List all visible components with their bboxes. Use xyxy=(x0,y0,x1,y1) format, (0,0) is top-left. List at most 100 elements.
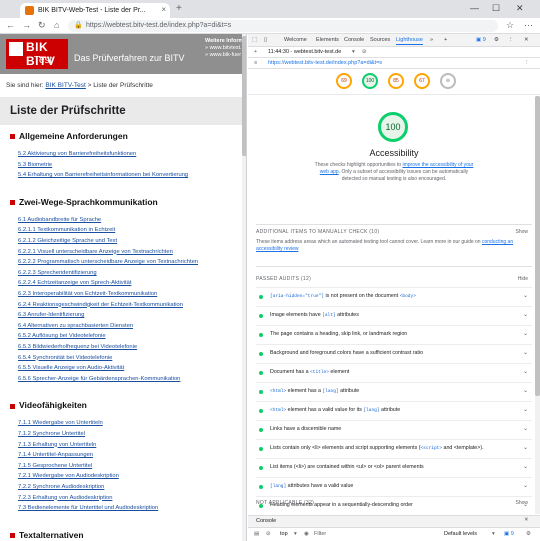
expand-chevron-icon[interactable]: ⌄ xyxy=(523,292,528,299)
pruefschritt-link[interactable]: 6.2.1.1 Textkommunikation in Echtzeit xyxy=(18,227,115,233)
close-drawer-icon[interactable]: ✕ xyxy=(524,517,529,523)
console-error-badge[interactable]: ▣ 9 xyxy=(504,531,514,537)
home-icon[interactable]: ⌂ xyxy=(54,20,59,30)
score-gauge-best-practices[interactable]: 85 xyxy=(388,73,404,89)
pwa-badge-icon[interactable]: ⊖ xyxy=(440,73,456,89)
expand-chevron-icon[interactable]: ⌄ xyxy=(523,368,528,375)
pruefschritt-link[interactable]: 6.2.2.2 Programmatisch unterscheidbare A… xyxy=(18,259,198,265)
manual-check-toggle[interactable]: Show xyxy=(515,229,528,235)
weitere-link[interactable]: » www.bitvtest. xyxy=(205,45,243,52)
pruefschritt-link[interactable]: 6.2.2.3 Sprecheridentifizierung xyxy=(18,270,97,276)
pruefschritt-link[interactable]: 6.1 Audiobandbreite für Sprache xyxy=(18,217,101,223)
new-tab-button[interactable]: + xyxy=(176,3,182,14)
pruefschritt-link[interactable]: 6.5.6 Sprecher-Anzeige für Gebärdensprac… xyxy=(18,376,180,382)
favorites-icon[interactable]: ☆ xyxy=(506,20,514,31)
audit-row[interactable]: Document has a <title> element ⌄ xyxy=(256,363,532,381)
pruefschritt-link[interactable]: 5.4 Erhaltung von Barrierefreiheitsinfor… xyxy=(18,172,188,178)
lighthouse-menu-icon[interactable]: ≡ xyxy=(254,60,257,66)
tab-sources[interactable]: Sources xyxy=(370,37,390,43)
report-select[interactable]: 11:44:30 - webtest.bitv-test.de xyxy=(268,49,341,55)
menu-icon[interactable]: ⋯ xyxy=(524,20,533,31)
filter-input[interactable]: Filter xyxy=(314,531,326,537)
maximize-icon[interactable]: ☐ xyxy=(492,3,500,14)
audit-row[interactable]: List items (<li>) are contained within <… xyxy=(256,458,532,476)
bik-logo[interactable]: BIK BITV Test xyxy=(6,39,68,69)
pruefschritt-link[interactable]: 6.5.4 Synchronität bei Videotelefonie xyxy=(18,355,112,361)
error-count-badge[interactable]: ▣ 9 xyxy=(476,37,486,43)
forward-icon[interactable]: → xyxy=(22,20,31,30)
expand-chevron-icon[interactable]: ⌄ xyxy=(523,387,528,394)
reload-icon[interactable]: ↻ xyxy=(38,20,46,31)
add-tab-icon[interactable]: + xyxy=(444,37,447,43)
audit-row[interactable]: [aria-hidden="true"] is not present on t… xyxy=(256,287,532,305)
console-settings-icon[interactable]: ⚙ xyxy=(526,531,531,537)
pruefschritt-link[interactable]: 7.1.2 Synchrone Untertitel xyxy=(18,431,85,437)
report-url[interactable]: https://webtest.bitv-test.de/index.php?a… xyxy=(268,60,382,66)
pruefschritt-link[interactable]: 6.3 Anrufer-Identifizierung xyxy=(18,312,84,318)
add-report-icon[interactable]: + xyxy=(254,49,257,55)
expand-chevron-icon[interactable]: ⌄ xyxy=(523,482,528,489)
devtools-scrollbar[interactable] xyxy=(535,96,540,514)
clear-report-icon[interactable]: ⊘ xyxy=(362,49,367,55)
pruefschritt-link[interactable]: 6.5.3 Bildwiederholfrequenz bei Videotel… xyxy=(18,344,137,350)
passed-audits-heading[interactable]: PASSED AUDITS (12) xyxy=(256,276,311,282)
pruefschritt-link[interactable]: 6.2.4 Reaktionsgeschwindigkeit der Echtz… xyxy=(18,302,183,308)
settings-icon[interactable]: ⚙ xyxy=(494,37,499,43)
more-tabs-icon[interactable]: » xyxy=(430,37,433,43)
expand-chevron-icon[interactable]: ⌄ xyxy=(523,330,528,337)
pruefschritt-link[interactable]: 6.5.2 Auflösung bei Videotelefonie xyxy=(18,333,106,339)
context-select[interactable]: top xyxy=(280,531,288,537)
customize-icon[interactable]: ⋮ xyxy=(508,37,514,43)
minimize-icon[interactable]: — xyxy=(470,3,479,13)
page-scrollbar[interactable] xyxy=(242,34,246,541)
expand-chevron-icon[interactable]: ⌄ xyxy=(523,444,528,451)
device-icon[interactable]: ▯ xyxy=(264,37,267,43)
pruefschritt-link[interactable]: 5.2 Aktivierung von Barrierefreiheitsfun… xyxy=(18,151,136,157)
not-applicable-heading[interactable]: NOT APPLICABLE (32) xyxy=(256,500,314,506)
not-applicable-toggle[interactable]: Show xyxy=(515,500,528,506)
pruefschritt-link[interactable]: 6.2.2.4 Echtzeitanzeige von Sprech-Aktiv… xyxy=(18,280,131,286)
scrollbar-thumb[interactable] xyxy=(242,36,246,156)
log-levels-dropdown-icon[interactable]: ▾ xyxy=(492,531,495,537)
tab-lighthouse[interactable]: Lighthouse xyxy=(396,37,423,45)
pruefschritt-link[interactable]: 7.2.1 Wiedergabe von Audiodeskription xyxy=(18,473,119,479)
pruefschritt-link[interactable]: 7.3 Bedienelemente für Untertitel und Au… xyxy=(18,505,158,511)
score-gauge-performance[interactable]: 69 xyxy=(336,73,352,89)
pruefschritt-link[interactable]: 7.1.1 Wiedergabe von Untertiteln xyxy=(18,420,103,426)
audit-row[interactable]: <html> element has a [lang] attribute ⌄ xyxy=(256,382,532,400)
expand-chevron-icon[interactable]: ⌄ xyxy=(523,311,528,318)
tab-elements[interactable]: Elements xyxy=(316,37,339,43)
tab-welcome[interactable]: Welcome xyxy=(284,37,307,43)
console-drawer-tab[interactable]: Console xyxy=(256,518,276,524)
context-dropdown-icon[interactable]: ▾ xyxy=(294,531,297,537)
pruefschritt-link[interactable]: 5.3 Biometrie xyxy=(18,162,52,168)
tab-console[interactable]: Console xyxy=(344,37,364,43)
weitere-link[interactable]: » www.bik-fuer xyxy=(205,52,243,59)
audit-row[interactable]: Image elements have [alt] attributes ⌄ xyxy=(256,306,532,324)
score-gauge-seo[interactable]: 67 xyxy=(414,73,430,89)
audit-row[interactable]: <html> element has a valid value for its… xyxy=(256,401,532,419)
manual-check-heading[interactable]: ADDITIONAL ITEMS TO MANUALLY CHECK (10) xyxy=(256,229,379,235)
pruefschritt-link[interactable]: 6.5.5 Visuelle Anzeige von Audio-Aktivit… xyxy=(18,365,124,371)
expand-chevron-icon[interactable]: ⌄ xyxy=(523,425,528,432)
audit-row[interactable]: Links have a discernible name ⌄ xyxy=(256,420,532,438)
passed-audits-toggle[interactable]: Hide xyxy=(518,276,528,282)
expand-chevron-icon[interactable]: ⌄ xyxy=(523,463,528,470)
pruefschritt-link[interactable]: 6.2.1.2 Gleichzeitige Sprache und Text xyxy=(18,238,117,244)
pruefschritt-link[interactable]: 7.1.5 Gesprochene Untertitel xyxy=(18,463,92,469)
close-window-icon[interactable]: ✕ xyxy=(516,3,524,14)
url-input[interactable]: 🔒 https://webtest.bitv-test.de/index.php… xyxy=(68,20,498,32)
pruefschritt-link[interactable]: 6.2.2.1 Visuell unterscheidbare Anzeige … xyxy=(18,249,173,255)
live-expression-icon[interactable]: ◉ xyxy=(304,531,309,537)
inspect-icon[interactable]: ⬚ xyxy=(252,37,257,43)
report-dropdown-icon[interactable]: ▾ xyxy=(352,49,355,55)
console-sidebar-icon[interactable]: ▤ xyxy=(254,531,259,537)
back-icon[interactable]: ← xyxy=(6,20,15,30)
expand-chevron-icon[interactable]: ⌄ xyxy=(523,349,528,356)
breadcrumb-home-link[interactable]: BIK BITV-Test xyxy=(45,82,85,89)
scrollbar-thumb[interactable] xyxy=(535,96,540,396)
report-options-icon[interactable]: ⋮ xyxy=(524,60,530,66)
pruefschritt-link[interactable]: 7.1.4 Untertitel-Anpassungen xyxy=(18,452,93,458)
pruefschritt-link[interactable]: 7.2.2 Synchrone Audiodeskription xyxy=(18,484,104,490)
clear-console-icon[interactable]: ⊘ xyxy=(266,531,271,537)
